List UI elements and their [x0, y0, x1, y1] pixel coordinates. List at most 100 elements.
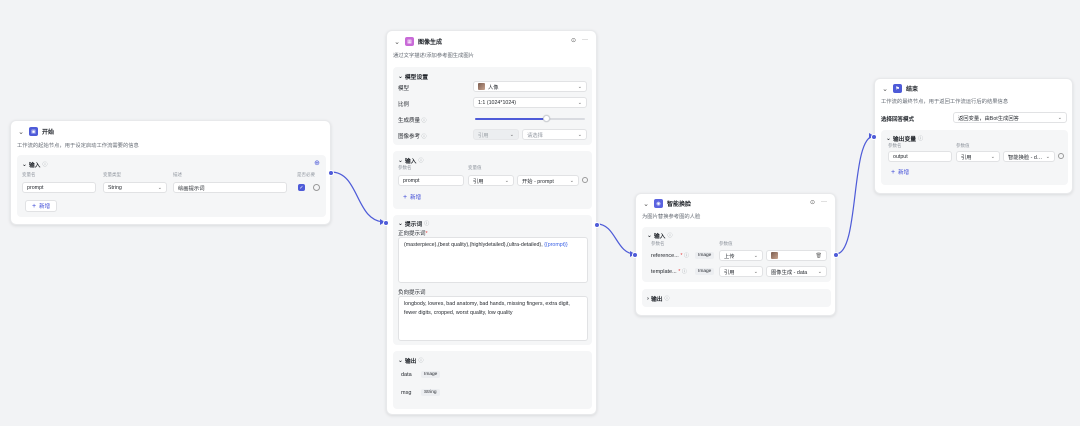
chevron-down-icon[interactable]: ⌄	[398, 221, 403, 227]
plus-icon: +	[403, 193, 408, 201]
chevron-down-icon[interactable]: ⌄	[393, 38, 401, 46]
var-name-input[interactable]: prompt	[22, 182, 96, 193]
image-output-handle[interactable]	[594, 222, 600, 228]
var-type-select[interactable]: String ⌄	[103, 182, 167, 193]
start-output-handle[interactable]	[328, 170, 334, 176]
col-param-name: 参数名	[398, 165, 412, 170]
play-icon[interactable]: ⊙	[571, 37, 576, 44]
info-icon: ⓘ	[667, 233, 673, 239]
chevron-right-icon[interactable]: ›	[647, 296, 649, 302]
positive-prompt-textarea[interactable]: (masterpiece),(best quality),(highlydeta…	[398, 237, 588, 283]
info-icon: ⓘ	[424, 221, 430, 227]
workflow-canvas[interactable]: ⌄ ▣ 开始 工作流的起始节点，用于设定启动工作流需要的信息 ⌄ 输入 ⓘ ⊕ …	[0, 0, 1080, 426]
input-mode-select[interactable]: 引用 ⌄	[468, 175, 514, 186]
output-name-msg: msg	[401, 390, 412, 396]
end-output-panel: ⌄ 输出变量 ⓘ 参数名 参数值 output 引用 ⌄ 智能换脸 - data…	[881, 130, 1068, 185]
reference-upload-field[interactable]: 🗑	[766, 250, 827, 261]
end-input-handle[interactable]	[871, 134, 877, 140]
prompt-title[interactable]: ⌄ 提示词 ⓘ	[398, 219, 430, 229]
image-node-desc: 通过文字描述/添加参考图生成图片	[393, 53, 474, 59]
model-label: 模型	[398, 86, 410, 92]
play-icon[interactable]: ⊙	[810, 199, 815, 206]
remove-row-icon[interactable]	[1058, 153, 1064, 159]
end-node-title: 结束	[906, 87, 919, 93]
output-type-string: String	[421, 389, 440, 396]
end-mode-select[interactable]: 引用 ⌄	[956, 151, 1000, 162]
chevron-down-icon[interactable]: ⌄	[398, 74, 403, 80]
faceswap-node-desc: 为图片替换参考图的人脸	[642, 214, 701, 220]
var-desc-input[interactable]: 绘画提示词	[173, 182, 287, 193]
faceswap-node-title: 智能换脸	[667, 202, 692, 208]
end-mode-value: 引用	[961, 154, 972, 161]
image-output-title-text: 输出	[404, 359, 417, 365]
start-node-icon: ▣	[29, 127, 38, 136]
faceswap-input-title[interactable]: ⌄ 输入 ⓘ	[647, 231, 673, 241]
start-node[interactable]: ⌄ ▣ 开始 工作流的起始节点，用于设定启动工作流需要的信息 ⌄ 输入 ⓘ ⊕ …	[10, 120, 334, 225]
ratio-label: 比例	[398, 102, 410, 108]
input-mode-value: 引用	[473, 178, 484, 185]
template-ref-select[interactable]: 图像生成 - data ⌄	[766, 266, 827, 277]
ratio-value: 1:1 (1024*1024)	[478, 99, 516, 106]
chevron-down-icon[interactable]: ⌄	[886, 136, 891, 142]
input-param-name[interactable]: prompt	[398, 175, 464, 186]
input-ref-value: 开始 - prompt	[522, 178, 554, 185]
var-desc-value: 绘画提示词	[178, 185, 205, 192]
chevron-down-icon: ⌄	[577, 131, 582, 138]
chevron-down-icon[interactable]: ⌄	[398, 358, 403, 364]
image-output-title[interactable]: ⌄ 输出 ⓘ	[398, 356, 423, 366]
start-input-panel: ⌄ 输入 ⓘ ⊕ 变量名 变量类型 描述 是否必要 prompt String …	[17, 155, 326, 217]
chevron-down-icon[interactable]: ⌄	[647, 233, 652, 239]
chevron-down-icon[interactable]: ⌄	[17, 128, 25, 136]
quality-slider-thumb[interactable]	[543, 115, 550, 122]
info-icon: ⓘ	[681, 269, 687, 275]
reference-mode-select[interactable]: 上传 ⌄	[719, 250, 763, 261]
reference-required-mark: *	[680, 253, 683, 259]
prompt-title-text: 提示词	[404, 222, 423, 228]
edge-start-to-image	[330, 171, 386, 223]
end-param-name[interactable]: output	[888, 151, 952, 162]
remove-row-icon[interactable]	[582, 177, 588, 183]
positive-prompt-label: 正向提示词*	[398, 231, 428, 237]
ref-var-select[interactable]: 请选择 ⌄	[522, 129, 587, 140]
add-input-button[interactable]: + 新增	[25, 200, 58, 212]
chevron-down-icon[interactable]: ⌄	[881, 85, 889, 93]
image-input-title[interactable]: ⌄ 输入 ⓘ	[398, 156, 423, 166]
required-checkbox[interactable]: ✓	[298, 184, 305, 191]
input-ref-select[interactable]: 开始 - prompt ⌄	[517, 175, 579, 186]
image-gen-node[interactable]: ⌄ ▦ 图像生成 ⊙ ··· 通过文字描述/添加参考图生成图片 ⌄ 模型设置 模…	[383, 30, 600, 415]
info-icon: ⓘ	[684, 253, 690, 259]
faceswap-input-handle[interactable]	[632, 252, 638, 258]
chevron-down-icon[interactable]: ⌄	[398, 158, 403, 164]
ratio-select[interactable]: 1:1 (1024*1024) ⌄	[473, 97, 587, 108]
chevron-down-icon[interactable]: ⌄	[22, 162, 27, 168]
uploaded-image-thumbnail	[771, 252, 778, 259]
reference-mode-value: 上传	[724, 253, 735, 260]
chevron-down-icon[interactable]: ⌄	[642, 200, 650, 208]
end-output-title-text: 输出变量	[892, 137, 917, 143]
negative-prompt-textarea[interactable]: longbody, lowres, bad anatomy, bad hands…	[398, 296, 588, 341]
image-input-handle[interactable]	[383, 220, 389, 226]
start-input-title[interactable]: ⌄ 输入 ⓘ	[22, 160, 48, 170]
chevron-down-icon: ⌄	[753, 252, 758, 259]
faceswap-output-handle[interactable]	[833, 252, 839, 258]
add-input-icon[interactable]: ⊕	[314, 159, 320, 167]
end-output-title[interactable]: ⌄ 输出变量 ⓘ	[886, 134, 923, 144]
model-select[interactable]: 人像 ⌄	[473, 81, 587, 92]
end-node[interactable]: ⌄ ⚑ 结束 工作流的最终节点，用于返回工作流运行后的结果信息 选择回答模式 返…	[871, 78, 1073, 194]
answer-mode-select[interactable]: 返回变量，由Bot生成回答 ⌄	[953, 112, 1067, 123]
template-mode-select[interactable]: 引用 ⌄	[719, 266, 763, 277]
ref-mode-select[interactable]: 引用 ⌄	[473, 129, 519, 140]
more-icon[interactable]: ···	[582, 37, 588, 44]
faceswap-node[interactable]: ⌄ ◉ 智能换脸 ⊙ ··· 为图片替换参考图的人脸 ⌄ 输入 ⓘ 参数名 参数…	[632, 193, 839, 316]
edge-faceswap-to-end	[835, 135, 875, 255]
trash-icon[interactable]: 🗑	[816, 253, 822, 259]
faceswap-output-title[interactable]: › 输出 ⓘ	[647, 294, 670, 304]
remove-row-icon[interactable]	[313, 184, 320, 191]
end-ref-select[interactable]: 智能换脸 - data ⌄	[1003, 151, 1055, 162]
info-icon: ⓘ	[42, 162, 48, 168]
add-output-button[interactable]: + 新增	[891, 168, 909, 177]
add-input-button[interactable]: + 新增	[403, 193, 421, 202]
more-icon[interactable]: ···	[821, 199, 827, 206]
model-settings-title[interactable]: ⌄ 模型设置	[398, 72, 428, 82]
output-type-image: Image	[421, 371, 441, 378]
